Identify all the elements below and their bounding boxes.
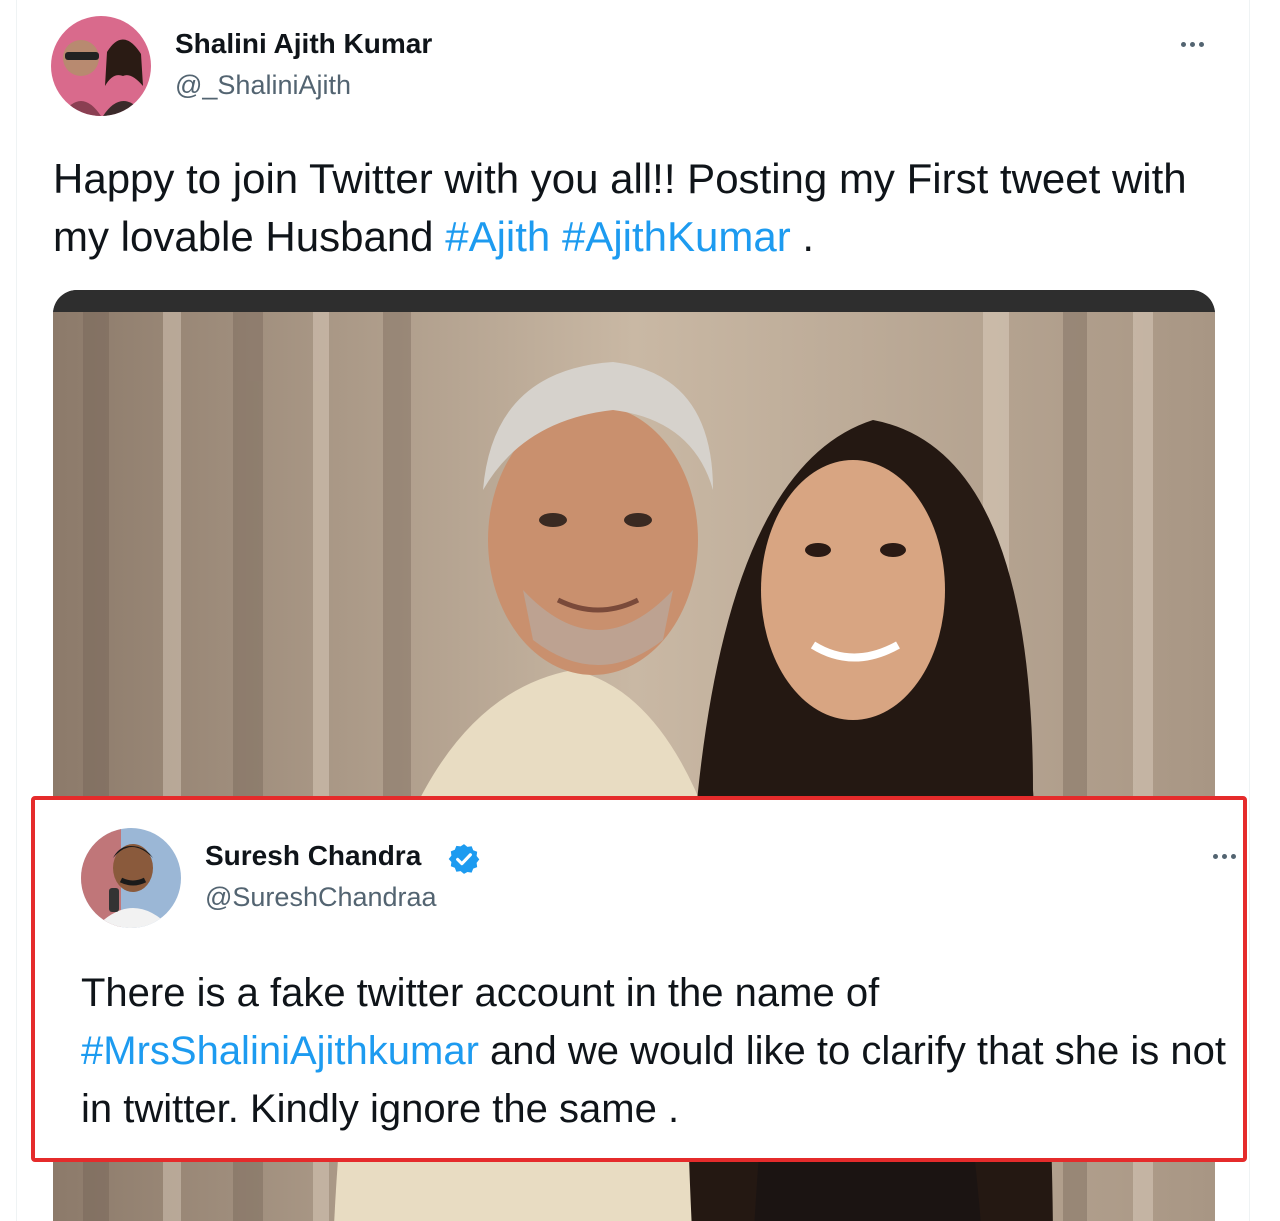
author-avatar[interactable] <box>51 16 151 116</box>
highlighted-tweet[interactable]: Suresh Chandra @SureshChandraa There is … <box>31 796 1247 1162</box>
hashtag-link[interactable]: #AjithKumar <box>562 213 791 260</box>
author-handle[interactable]: @_ShaliniAjith <box>175 70 351 101</box>
reply-author-handle[interactable]: @SureshChandraa <box>205 882 437 913</box>
reply-author-avatar[interactable] <box>81 828 181 928</box>
hashtag-link[interactable]: #MrsShaliniAjithkumar <box>81 1029 479 1073</box>
verified-badge-icon <box>447 842 481 876</box>
tweet-text: Happy to join Twitter with you all!! Pos… <box>53 150 1203 266</box>
more-horizontal-icon[interactable] <box>1213 854 1236 859</box>
reply-author-name[interactable]: Suresh Chandra <box>205 840 421 872</box>
reply-tweet-text: There is a fake twitter account in the n… <box>81 964 1247 1138</box>
tweet-text-end: . <box>790 213 815 260</box>
hashtag-link[interactable]: #Ajith <box>445 213 550 260</box>
author-name[interactable]: Shalini Ajith Kumar <box>175 28 432 60</box>
more-horizontal-icon[interactable] <box>1181 42 1204 47</box>
reply-text-before: There is a fake twitter account in the n… <box>81 971 880 1015</box>
tweet-card: Shalini Ajith Kumar @_ShaliniAjith Happy… <box>16 0 1250 1221</box>
